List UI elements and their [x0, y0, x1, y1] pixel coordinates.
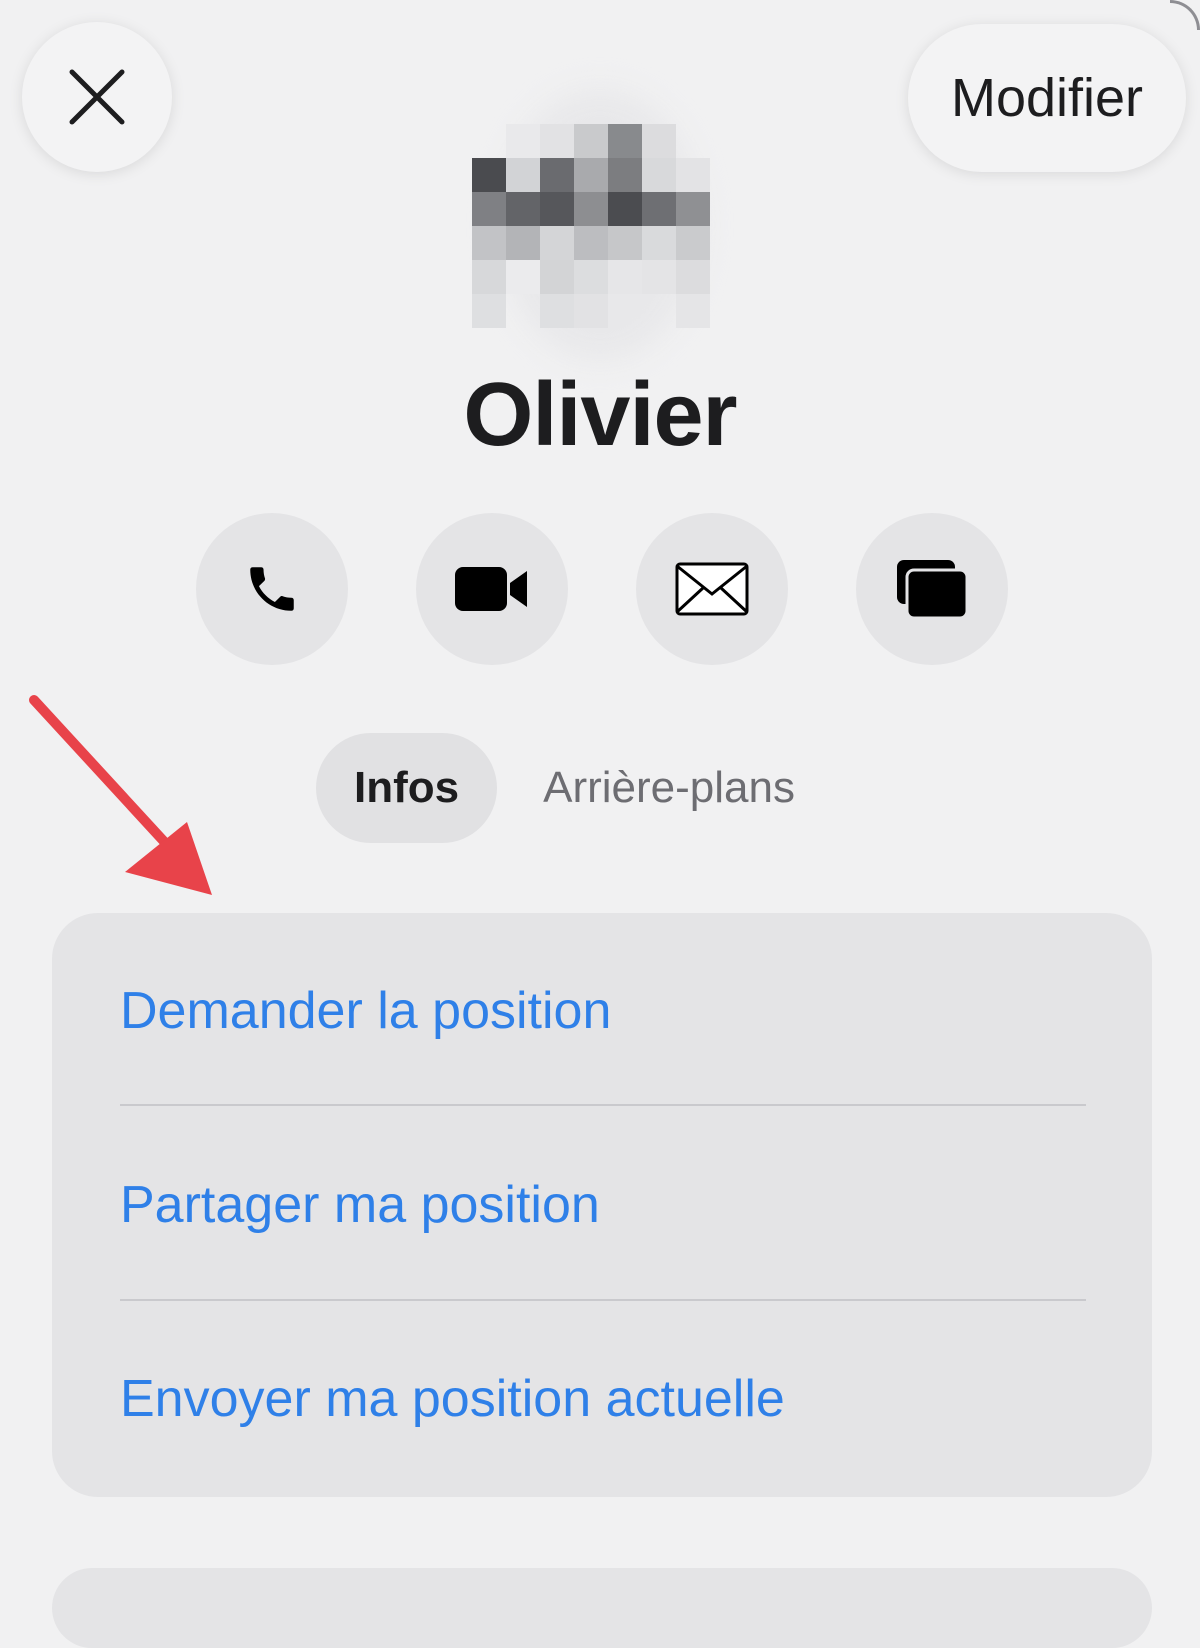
request-location-item[interactable]: Demander la position [120, 913, 1084, 1109]
mail-button[interactable] [636, 513, 788, 665]
tab-backgrounds[interactable]: Arrière-plans [497, 733, 795, 843]
video-camera-icon [455, 567, 527, 611]
call-button[interactable] [196, 513, 348, 665]
phone-icon [250, 567, 294, 611]
video-call-button[interactable] [416, 513, 568, 665]
annotation-arrow [29, 695, 212, 895]
segmented-tabs: Infos Arrière-plans [316, 733, 795, 843]
divider [120, 1104, 1086, 1106]
tab-infos[interactable]: Infos [316, 733, 498, 843]
avatar[interactable] [472, 92, 720, 360]
screen-share-icon [897, 560, 969, 620]
send-current-location-item[interactable]: Envoyer ma position actuelle [120, 1301, 1084, 1497]
location-card: Demander la position Partager ma positio… [52, 913, 1152, 1497]
window-corner [1170, 0, 1200, 30]
contact-name: Olivier [463, 365, 737, 465]
share-location-item[interactable]: Partager ma position [120, 1107, 1084, 1303]
next-card [52, 1568, 1152, 1648]
screen-share-button[interactable] [856, 513, 1008, 665]
envelope-icon [675, 562, 749, 616]
close-icon [69, 69, 125, 125]
close-button[interactable] [22, 22, 172, 172]
edit-button[interactable]: Modifier [908, 24, 1186, 172]
